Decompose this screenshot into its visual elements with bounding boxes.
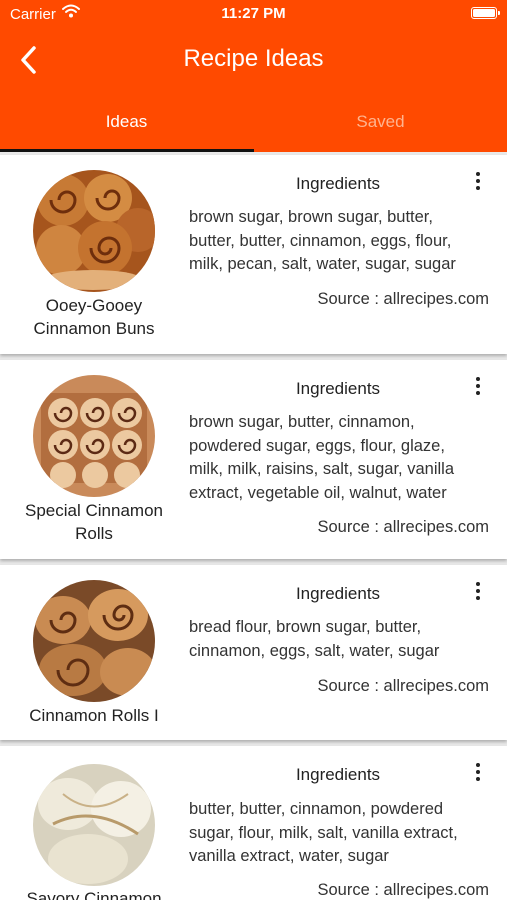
ingredients-list: butter, butter, cinnamon, powdered sugar… <box>189 800 458 865</box>
more-vert-icon[interactable] <box>468 582 488 604</box>
recipe-source[interactable]: Source : allrecipes.com <box>189 677 490 696</box>
tab-selected-indicator <box>0 149 254 152</box>
recipe-card[interactable]: Ooey-Gooey Cinnamon Buns Ingredients bro… <box>0 155 507 354</box>
ingredients-list: bread flour, brown sugar, butter, cinnam… <box>189 618 440 660</box>
recipe-name: Cinnamon Rolls I <box>29 706 159 725</box>
more-vert-icon[interactable] <box>468 172 488 194</box>
recipe-source[interactable]: Source : allrecipes.com <box>189 290 490 309</box>
ingredients-list: brown sugar, brown sugar, butter, butter… <box>189 208 456 273</box>
ingredients-heading: Ingredients <box>295 765 381 784</box>
recipe-image <box>33 764 155 886</box>
recipe-image <box>33 580 155 702</box>
ingredients-heading: Ingredients <box>295 174 381 193</box>
recipe-image <box>33 375 155 497</box>
recipe-card[interactable]: Special Cinnamon Rolls Ingredients brown… <box>0 360 507 559</box>
tab-ideas[interactable]: Ideas <box>0 112 253 132</box>
recipe-source[interactable]: Source : allrecipes.com <box>189 518 490 537</box>
ingredients-list: brown sugar, butter, cinnamon, powdered … <box>189 413 454 502</box>
clock: 11:27 PM <box>221 5 286 22</box>
recipe-image <box>33 170 155 292</box>
recipe-card[interactable]: Cinnamon Rolls I Ingredients bread flour… <box>0 565 507 740</box>
recipe-source[interactable]: Source : allrecipes.com <box>189 881 490 900</box>
more-vert-icon[interactable] <box>468 763 488 785</box>
recipe-name: Ooey-Gooey Cinnamon Buns <box>33 296 155 338</box>
ingredients-heading: Ingredients <box>295 379 381 398</box>
status-bar: Carrier 11:27 PM <box>0 0 507 30</box>
recipe-card[interactable]: Savory Cinnamon Ingredients butter, butt… <box>0 746 507 900</box>
recipe-name: Savory Cinnamon <box>26 889 162 900</box>
battery-icon <box>471 7 500 19</box>
page-title: Recipe Ideas <box>183 45 324 72</box>
app-header: Carrier 11:27 PM Recipe Ideas Ideas Save… <box>0 0 507 152</box>
more-vert-icon[interactable] <box>468 377 488 399</box>
recipe-name: Special Cinnamon Rolls <box>25 501 163 543</box>
ingredients-heading: Ingredients <box>295 584 381 603</box>
tab-saved[interactable]: Saved <box>254 112 507 132</box>
